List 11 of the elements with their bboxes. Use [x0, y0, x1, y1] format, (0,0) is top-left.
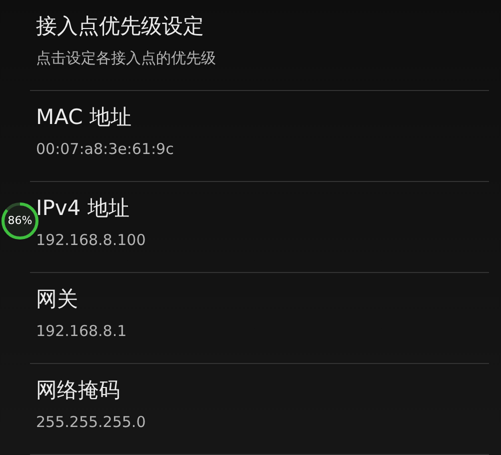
setting-summary: 192.168.8.1: [36, 321, 128, 341]
setting-summary: 255.255.255.0: [36, 412, 147, 432]
setting-title: 接入点优先级设定: [36, 13, 205, 40]
memory-usage-badge[interactable]: 86%: [1, 202, 39, 240]
setting-summary: 192.168.8.100: [36, 230, 147, 250]
setting-title: 网络掩码: [36, 377, 121, 404]
setting-summary: 点击设定各接入点的优先级: [36, 48, 217, 68]
setting-title: IPv4 地址: [36, 195, 130, 222]
setting-title: MAC 地址: [36, 104, 132, 131]
setting-summary: 00:07:a8:3e:61:9c: [36, 139, 175, 159]
setting-title: 网关: [36, 286, 79, 313]
